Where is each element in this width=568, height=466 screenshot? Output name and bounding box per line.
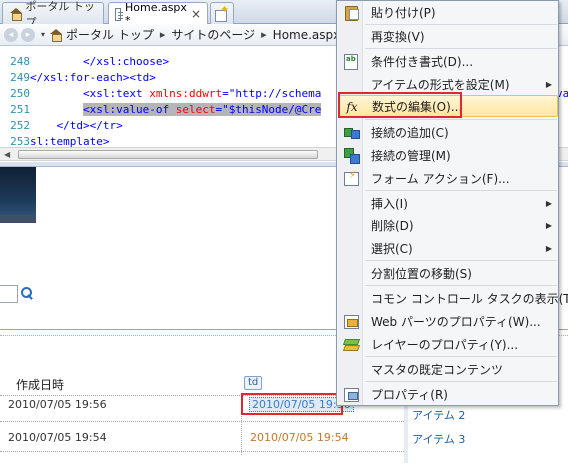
code-line-selected[interactable]: 251 <xsl:value-of select="$thisNode/@Cre	[0, 102, 322, 118]
search-input[interactable]	[0, 285, 18, 303]
menu-separator	[365, 285, 557, 286]
line-number: 248	[10, 55, 30, 68]
properties-icon	[343, 386, 359, 402]
submenu-arrow-icon: ▶	[545, 79, 552, 89]
submenu-arrow-icon: ▶	[545, 198, 552, 208]
table-row-divider	[0, 421, 404, 422]
history-dropdown-icon[interactable]: ▾	[41, 30, 45, 39]
back-button[interactable]: ◂	[4, 27, 18, 42]
new-tab-button[interactable]	[210, 2, 234, 24]
search-icon[interactable]	[20, 286, 34, 300]
code-line[interactable]: 252 </td></tr>	[0, 118, 123, 134]
code-attribute: xmlns:ddwrt	[149, 87, 223, 100]
annotation-highlight-box	[338, 92, 462, 118]
code-text: ="http://schema	[222, 87, 322, 100]
breadcrumb-label: Home.aspx	[272, 27, 341, 42]
column-header-created[interactable]: 作成日時	[16, 376, 64, 393]
breadcrumb-item-site-pages[interactable]: サイトのページ	[171, 26, 255, 43]
menu-item-properties[interactable]: プロパティ(R)	[338, 383, 558, 405]
form-action-icon	[343, 170, 359, 186]
menu-separator	[365, 119, 557, 120]
submenu-arrow-icon: ▶	[545, 220, 552, 230]
menu-item-reconvert[interactable]: 再変換(V)	[338, 25, 558, 47]
menu-item-common-control-tasks[interactable]: コモン コントロール タスクの表示(T)	[338, 287, 568, 309]
code-text: ="$thisNode/@Cre	[215, 103, 322, 116]
site-banner-image	[0, 167, 36, 215]
submenu-arrow-icon: ▶	[545, 243, 552, 253]
menu-item-move-split[interactable]: 分割位置の移動(S)	[338, 262, 558, 284]
menu-item-paste[interactable]: 貼り付け(P)	[338, 1, 558, 23]
menu-item-manage-connections[interactable]: 接続の管理(M)	[338, 144, 558, 166]
manage-connections-icon	[343, 147, 360, 164]
conditional-format-icon	[343, 53, 359, 70]
menu-item-conditional-format[interactable]: 条件付き書式(D)...	[338, 50, 558, 72]
menu-item-master-default-content[interactable]: マスタの既定コンテンツ	[338, 358, 558, 380]
new-page-icon	[214, 3, 229, 22]
table-cell-formula[interactable]: 2010/07/05 19:54	[250, 431, 349, 444]
code-line[interactable]: 248 </xsl:choose>	[0, 54, 169, 70]
menu-item-select[interactable]: 選択(C) ▶	[338, 237, 558, 259]
list-item-link[interactable]: アイテム 3	[412, 431, 465, 447]
web-part-properties-icon	[343, 313, 359, 329]
menu-item-insert[interactable]: 挿入(I) ▶	[338, 192, 558, 214]
breadcrumb-label: ポータル トップ	[66, 28, 154, 42]
menu-separator	[365, 190, 557, 191]
site-banner-strip	[0, 215, 36, 223]
menu-item-delete[interactable]: 削除(D) ▶	[338, 214, 558, 236]
tab-portal-top[interactable]: ポータル トップ	[2, 0, 104, 29]
menu-separator	[365, 381, 557, 382]
table-row-divider	[0, 451, 404, 452]
forward-button[interactable]: ▸	[21, 27, 35, 42]
paste-icon	[343, 4, 359, 21]
line-number: 251	[10, 103, 30, 116]
breadcrumb-label: サイトのページ	[171, 28, 256, 42]
scroll-left-icon[interactable]: ◀	[4, 150, 10, 159]
breadcrumb-item-home-aspx[interactable]: Home.aspx	[273, 28, 341, 42]
breadcrumb-separator-icon: ▸	[159, 28, 166, 41]
line-number: 250	[10, 87, 30, 100]
document-icon	[115, 7, 123, 21]
code-text: <xsl:value-of	[82, 103, 176, 116]
annotation-highlight-box	[241, 393, 343, 415]
line-number: 252	[10, 119, 30, 132]
home-icon	[9, 7, 23, 21]
breadcrumb-separator-icon: ▸	[261, 28, 267, 41]
scrollbar-thumb[interactable]	[18, 150, 318, 159]
code-line[interactable]: 249</xsl:for-each><td>	[0, 70, 156, 86]
add-connection-icon	[343, 124, 360, 140]
code-text: </xsl:for-each><td>	[30, 71, 156, 84]
breadcrumb-item-portal-top[interactable]: ポータル トップ	[49, 26, 154, 43]
close-icon[interactable]: ×	[191, 7, 201, 21]
context-menu: 貼り付け(P) 再変換(V) 条件付き書式(D)... アイテムの形式を設定(M…	[336, 0, 568, 406]
line-number: 249	[10, 71, 30, 84]
menu-separator	[365, 260, 557, 261]
code-attribute: select	[175, 103, 216, 116]
home-icon	[49, 28, 63, 42]
tab-home-aspx[interactable]: Home.aspx * ×	[108, 1, 208, 27]
td-tag-label[interactable]: td	[244, 376, 263, 390]
table-cell-date[interactable]: 2010/07/05 19:56	[8, 398, 107, 411]
menu-separator	[365, 356, 557, 357]
code-text: <xsl:text	[82, 87, 150, 100]
list-item-link[interactable]: アイテム 2	[412, 407, 465, 423]
code-text: </xsl:choose>	[82, 55, 170, 68]
table-cell-date[interactable]: 2010/07/05 19:54	[8, 431, 107, 444]
menu-item-form-action[interactable]: フォーム アクション(F)...	[338, 167, 558, 189]
layer-properties-icon	[343, 336, 359, 352]
menu-item-web-part-properties[interactable]: Web パーツのプロパティ(W)...	[338, 310, 558, 332]
menu-separator	[365, 48, 557, 49]
menu-item-layer-properties[interactable]: レイヤーのプロパティ(Y)...	[338, 333, 558, 355]
code-line[interactable]: 250 <xsl:text xmlns:ddwrt="http://schema	[0, 86, 321, 102]
menu-item-add-connection[interactable]: 接続の追加(C)	[338, 121, 558, 143]
code-text: </td></tr>	[56, 119, 123, 132]
